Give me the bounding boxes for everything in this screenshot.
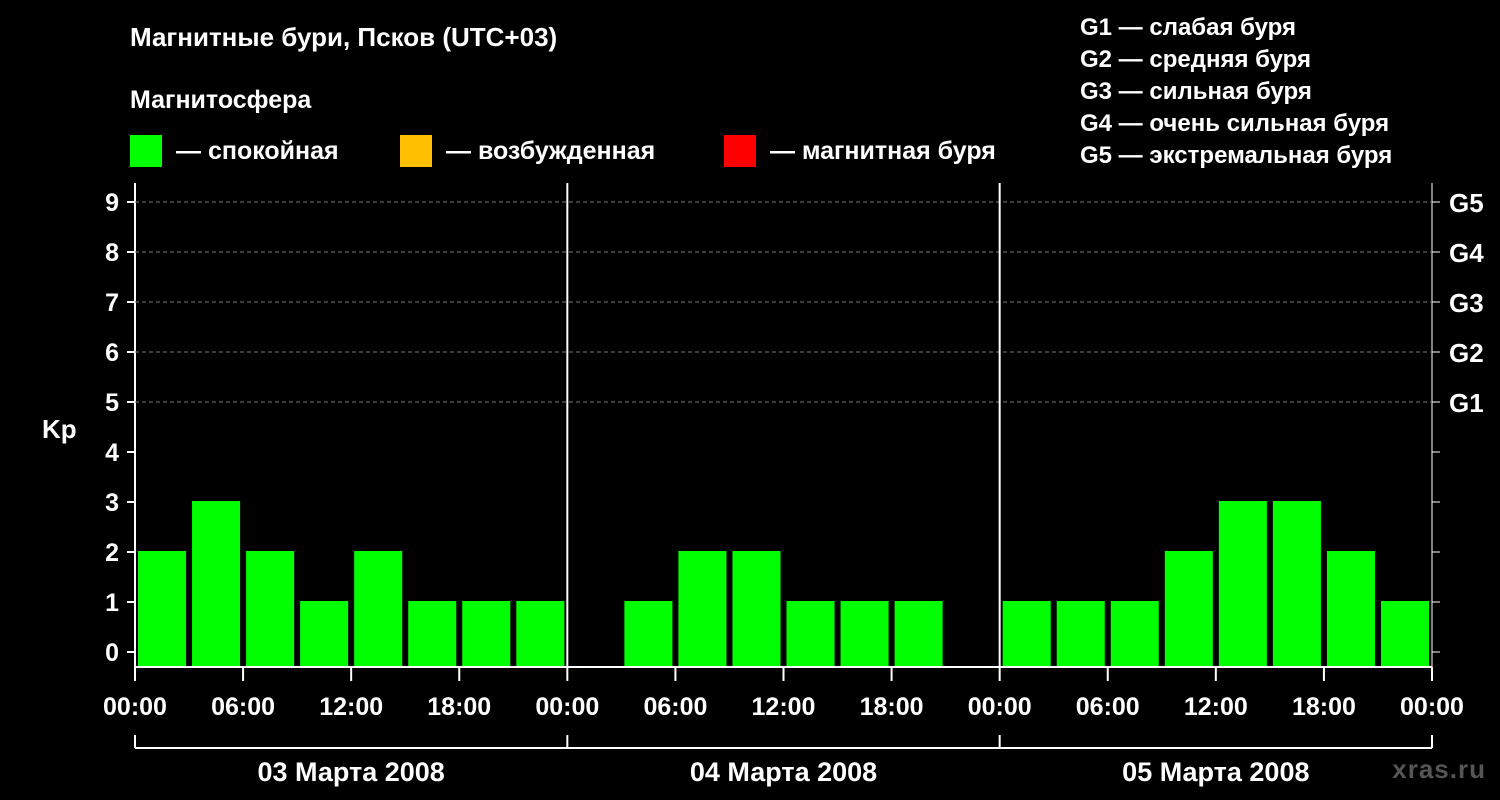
- x-tick-label: 06:00: [211, 693, 275, 721]
- kp-bar: [516, 601, 565, 666]
- y-tick-label: 8: [105, 239, 119, 267]
- x-tick-label: 12:00: [752, 693, 816, 721]
- y-tick-label: 1: [105, 589, 119, 617]
- kp-bar: [1272, 501, 1321, 666]
- x-tick-label: 06:00: [1076, 693, 1140, 721]
- kp-bar: [192, 501, 241, 666]
- kp-bar: [354, 551, 403, 666]
- kp-bar: [1002, 601, 1051, 666]
- x-tick-label: 18:00: [427, 693, 491, 721]
- y-tick-label: 9: [105, 189, 119, 217]
- g-axis-label: G2: [1449, 338, 1484, 368]
- kp-bar: [1056, 601, 1105, 666]
- y-tick-label: 3: [105, 489, 119, 517]
- kp-bar: [1218, 501, 1267, 666]
- y-tick-label: 5: [105, 389, 119, 417]
- x-tick-label: 00:00: [103, 693, 167, 721]
- kp-bar: [678, 551, 727, 666]
- x-tick-label: 06:00: [643, 693, 707, 721]
- day-label: 04 Марта 2008: [690, 757, 877, 787]
- kp-bar: [1326, 551, 1375, 666]
- kp-bar: [138, 551, 187, 666]
- kp-bar: [1110, 601, 1159, 666]
- x-tick-label: 18:00: [860, 693, 924, 721]
- y-axis-label: Kp: [42, 414, 77, 444]
- x-tick-label: 00:00: [968, 693, 1032, 721]
- y-tick-label: 2: [105, 539, 119, 567]
- g-axis-label: G3: [1449, 288, 1484, 318]
- kp-bar: [462, 601, 511, 666]
- y-tick-label: 7: [105, 289, 119, 317]
- watermark: xras.ru: [1392, 754, 1486, 784]
- x-tick-label: 00:00: [1400, 693, 1464, 721]
- kp-bar: [786, 601, 835, 666]
- y-tick-label: 4: [105, 439, 119, 467]
- g-axis-label: G4: [1449, 238, 1484, 268]
- y-tick-label: 6: [105, 339, 119, 367]
- day-label: 05 Марта 2008: [1122, 757, 1309, 787]
- g-axis-label: G1: [1449, 388, 1484, 418]
- kp-bar: [300, 601, 349, 666]
- x-tick-label: 12:00: [319, 693, 383, 721]
- day-label: 03 Марта 2008: [258, 757, 445, 787]
- x-tick-label: 00:00: [535, 693, 599, 721]
- y-tick-label: 0: [105, 639, 119, 667]
- kp-bar: [840, 601, 889, 666]
- kp-bar: [1380, 601, 1429, 666]
- kp-bar: [1164, 551, 1213, 666]
- kp-bar: [246, 551, 295, 666]
- kp-bar: [408, 601, 457, 666]
- x-tick-label: 12:00: [1184, 693, 1248, 721]
- kp-bar-chart: 0 1 2 3 4 5 6 7 8 9 G1 G2 G3 G4 G5 Kp 00:00 06:00 12:00 18:…: [42, 183, 1484, 787]
- g-axis-label: G5: [1449, 188, 1484, 218]
- kp-bar: [732, 551, 781, 666]
- x-tick-label: 18:00: [1292, 693, 1356, 721]
- kp-bar: [894, 601, 943, 666]
- kp-bar: [624, 601, 673, 666]
